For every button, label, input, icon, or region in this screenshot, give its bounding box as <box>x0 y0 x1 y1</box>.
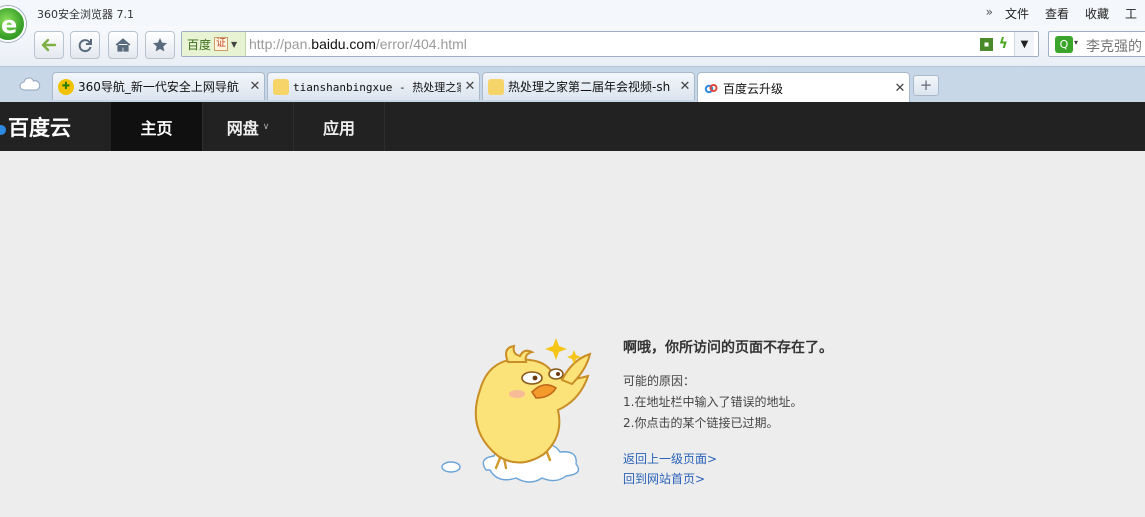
baidu-yun-logo[interactable]: 百度云 <box>0 112 71 142</box>
error-title: 啊哦，你所访问的页面不存在了。 <box>623 340 833 356</box>
menu-file[interactable]: 文件 <box>997 5 1037 22</box>
url-history-dropdown[interactable]: ▼ <box>1014 32 1034 56</box>
tab-baidu-cloud-upgrade[interactable]: 百度云升级 ✕ <box>697 72 910 103</box>
navigation-toolbar: 百度 证 ▼ http://pan.baidu.com/error/404.ht… <box>0 26 1145 66</box>
site-identity-badge[interactable]: 百度 证 ▼ <box>182 32 246 56</box>
menu-overflow-icon[interactable]: » <box>978 5 997 22</box>
star-icon <box>152 38 168 52</box>
home-button[interactable] <box>108 31 138 59</box>
error-message: 啊哦，你所访问的页面不存在了。 可能的原因： 1.在地址栏中输入了错误的地址。 … <box>623 337 833 489</box>
site-name: 百度 <box>187 37 212 52</box>
tab-strip: ✚ 360导航_新一代安全上网导航 ✕ tianshanbingxue - 热处… <box>0 66 1145 103</box>
menu-tools[interactable]: 工 <box>1117 5 1145 22</box>
new-tab-button[interactable]: + <box>913 75 939 96</box>
reasons-heading: 可能的原因： <box>623 374 696 388</box>
baidu-cloud-icon <box>0 125 6 135</box>
chat-bubble-icon <box>273 78 289 95</box>
chevron-down-icon: ▾ <box>1074 38 1079 47</box>
speed-mode-icon[interactable]: ϟ <box>999 36 1008 52</box>
close-icon[interactable]: ✕ <box>891 81 909 96</box>
certificate-icon: 证 <box>214 37 229 51</box>
address-bar[interactable]: 百度 证 ▼ http://pan.baidu.com/error/404.ht… <box>181 31 1039 57</box>
tab-label: 360导航_新一代安全上网导航 <box>78 80 239 94</box>
site-home-link[interactable]: 回到网站首页> <box>623 469 833 489</box>
back-arrow-icon <box>41 38 57 52</box>
menu-favorites[interactable]: 收藏 <box>1077 5 1117 22</box>
chevron-down-icon: ▼ <box>231 39 238 49</box>
search-input[interactable]: 李克强的 <box>1086 36 1142 56</box>
chat-bubble-icon <box>488 78 504 95</box>
site-nav: 主页 网盘 ∨ 应用 <box>111 102 385 151</box>
baidu-cloud-icon <box>703 80 719 96</box>
close-icon[interactable]: ✕ <box>676 79 694 94</box>
qr-code-icon[interactable] <box>979 37 993 51</box>
refresh-icon <box>78 39 92 53</box>
search-box[interactable]: Q ▾ 李克强的 <box>1048 31 1145 57</box>
chevron-down-icon: ∨ <box>262 121 270 132</box>
close-icon[interactable]: ✕ <box>461 79 479 94</box>
window-title: 360安全浏览器 7.1 <box>37 8 134 21</box>
search-engine-icon[interactable]: Q <box>1055 36 1073 53</box>
tab-label: 热处理之家第二届年会视频-sh <box>508 80 671 94</box>
tab-label: 百度云升级 <box>723 81 784 96</box>
error-reasons: 可能的原因： 1.在地址栏中输入了错误的地址。 2.你点击的某个链接已过期。 <box>623 371 833 434</box>
tab-360-navigation[interactable]: ✚ 360导航_新一代安全上网导航 ✕ <box>52 72 265 100</box>
refresh-button[interactable] <box>70 31 100 59</box>
cloud-sync-icon[interactable] <box>19 77 41 91</box>
nav-netdisk[interactable]: 网盘 ∨ <box>203 102 294 151</box>
back-button[interactable] <box>34 31 64 59</box>
reason-item: 2.你点击的某个链接已过期。 <box>623 416 779 430</box>
url-text[interactable]: http://pan.baidu.com/error/404.html <box>249 36 467 52</box>
tab-tianshanbingxue[interactable]: tianshanbingxue - 热处理之家 ✕ <box>267 72 480 100</box>
go-back-link[interactable]: 返回上一级页面> <box>623 449 833 469</box>
close-icon[interactable]: ✕ <box>246 79 264 94</box>
tab-annual-meeting-video[interactable]: 热处理之家第二届年会视频-sh ✕ <box>482 72 695 100</box>
favorite-button[interactable] <box>145 31 175 59</box>
tab-label: tianshanbingxue - 热处理之家 <box>293 80 461 94</box>
menu-view[interactable]: 查看 <box>1037 5 1077 22</box>
site-header: 百度云 主页 网盘 ∨ 应用 <box>0 102 1145 151</box>
address-bar-tools: ϟ ▼ <box>979 32 1038 56</box>
reason-item: 1.在地址栏中输入了错误的地址。 <box>623 395 803 409</box>
home-icon <box>115 38 131 52</box>
browser-titlebar: e 360安全浏览器 7.1 » 文件 查看 收藏 工 <box>0 0 1145 42</box>
confused-chick-illustration <box>441 338 592 483</box>
shield-plus-icon: ✚ <box>58 78 74 95</box>
nav-apps[interactable]: 应用 <box>294 102 385 151</box>
nav-home[interactable]: 主页 <box>111 102 203 151</box>
error-links: 返回上一级页面> 回到网站首页> <box>623 449 833 489</box>
browser-menu: » 文件 查看 收藏 工 <box>978 5 1145 22</box>
